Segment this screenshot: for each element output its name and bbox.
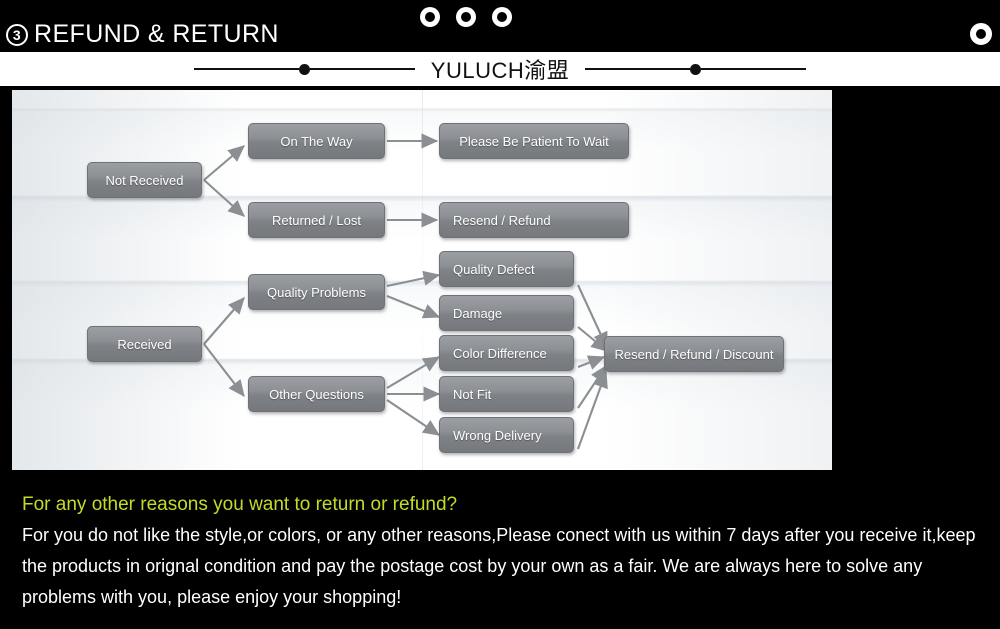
page-title-text: REFUND & RETURN (34, 20, 279, 48)
brand-name: YULUCH渝盟 (430, 58, 570, 83)
circle-dot-icon (487, 2, 517, 32)
flow-node-quality-problems[interactable]: Quality Problems (248, 274, 385, 310)
header-dots-decoration (415, 2, 517, 32)
flow-node-on-the-way[interactable]: On The Way (248, 123, 385, 159)
flow-node-other-questions[interactable]: Other Questions (248, 376, 385, 412)
flow-node-label: Quality Defect (453, 261, 535, 277)
flow-node-label: Not Received (105, 172, 184, 188)
flow-node-label: Damage (453, 305, 503, 321)
flow-node-returned-lost[interactable]: Returned / Lost (248, 202, 385, 238)
flow-node-color-difference[interactable]: Color Difference (439, 335, 574, 371)
flow-node-damage[interactable]: Damage (439, 295, 574, 331)
page-title: 3 REFUND & RETURN (6, 18, 279, 51)
flow-node-not-fit[interactable]: Not Fit (439, 376, 574, 412)
left-line-dot-decoration (193, 63, 415, 75)
flow-node-wrong-delivery[interactable]: Wrong Delivery (439, 417, 574, 453)
flow-node-label: Not Fit (453, 386, 492, 402)
step-number-badge: 3 (6, 23, 28, 46)
flow-node-resend-refund-discount[interactable]: Resend / Refund / Discount (604, 336, 784, 372)
flowchart-panel: Not Received On The Way Returned / Lost … (10, 88, 834, 472)
circle-dot-icon (415, 2, 445, 32)
flow-node-label: Received (117, 336, 172, 352)
policy-question: For any other reasons you want to return… (22, 494, 458, 515)
brand-row: YULUCH渝盟 (0, 52, 1000, 86)
policy-body: For you do not like the style,or colors,… (22, 525, 976, 607)
flow-node-quality-defect[interactable]: Quality Defect (439, 251, 574, 287)
circle-dot-icon (451, 2, 481, 32)
policy-block: For any other reasons you want to return… (0, 484, 1000, 629)
flow-node-label: Quality Problems (267, 284, 366, 300)
right-line-dot-decoration (585, 63, 807, 75)
flow-node-label: Wrong Delivery (453, 427, 542, 443)
flow-node-label: Please Be Patient To Wait (459, 133, 609, 149)
flow-node-resend-refund[interactable]: Resend / Refund (439, 202, 629, 238)
flow-node-label: Resend / Refund / Discount (614, 346, 774, 362)
flow-node-label: Color Difference (453, 345, 547, 361)
flow-node-received[interactable]: Received (87, 326, 202, 362)
flowchart-arrows (203, 133, 608, 450)
ring-icon (970, 23, 992, 45)
flow-node-not-received[interactable]: Not Received (87, 162, 202, 198)
flow-node-please-be-patient-to-wait[interactable]: Please Be Patient To Wait (439, 123, 629, 159)
flow-node-label: Returned / Lost (272, 212, 361, 228)
flow-node-label: Resend / Refund (453, 212, 551, 228)
flow-node-label: On The Way (280, 133, 353, 149)
flow-node-label: Other Questions (269, 386, 364, 402)
